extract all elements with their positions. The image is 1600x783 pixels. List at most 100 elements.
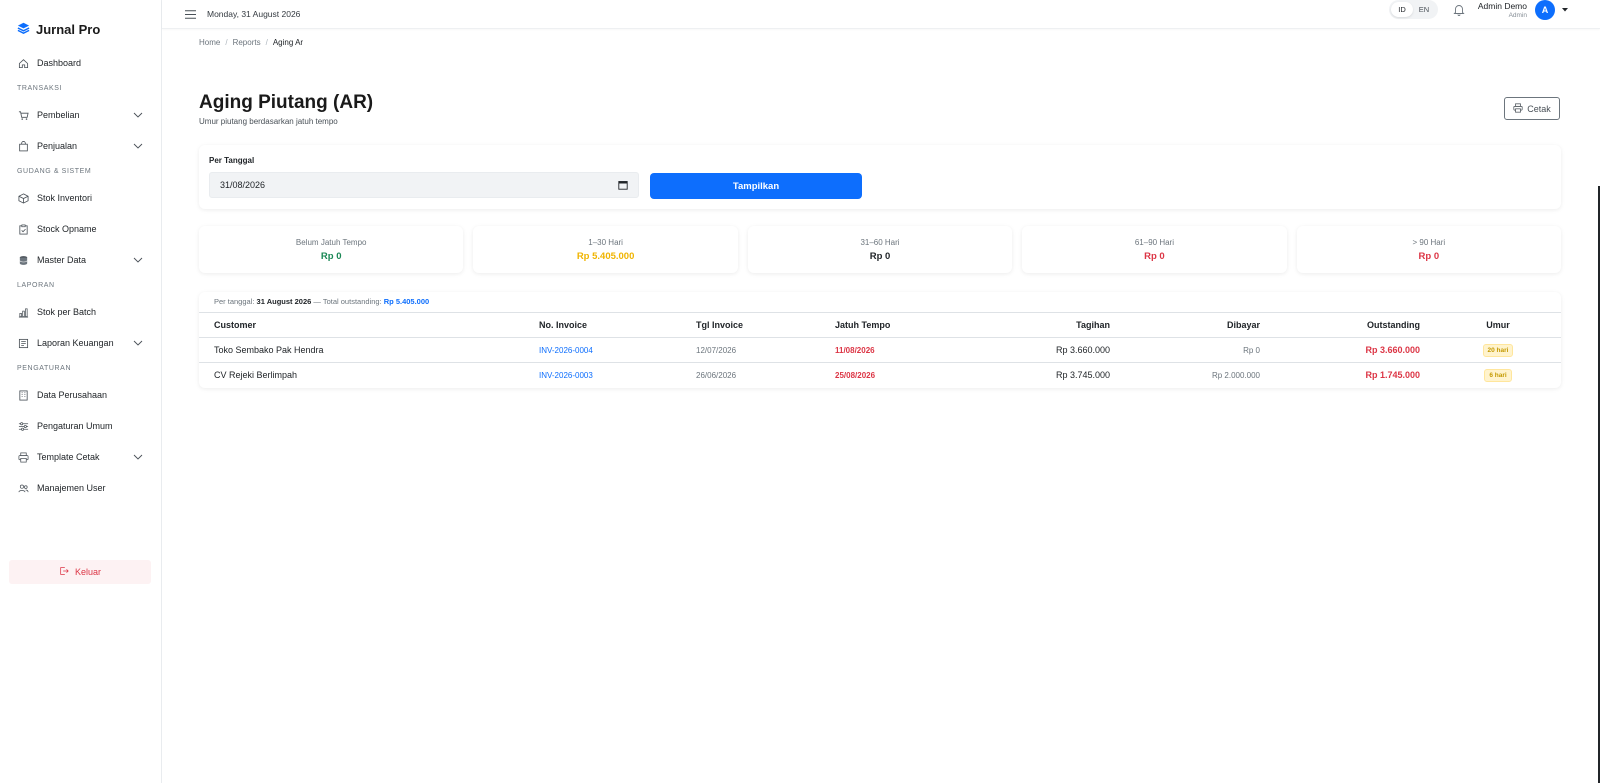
cell-outstanding: Rp 1.745.000 [1275, 362, 1435, 388]
header-customer[interactable]: Customer [199, 312, 524, 338]
section-label-gudang: GUDANG & SISTEM [17, 168, 92, 175]
report-icon [17, 337, 29, 349]
sidebar-nav: Dashboard TRANSAKSI Pembelian Penjualan … [0, 52, 161, 499]
cell-dibayar: Rp 0 [1125, 337, 1275, 363]
user-menu[interactable]: Admin Demo Admin A [1462, 0, 1569, 20]
bucket-label: > 90 Hari [1412, 237, 1446, 247]
breadcrumb-separator: / [225, 38, 228, 47]
sidebar-item-label: Template Cetak [37, 452, 100, 462]
clipboard-check-icon [17, 223, 29, 235]
cell-customer: Toko Sembako Pak Hendra [199, 337, 524, 363]
avatar[interactable]: A [1535, 0, 1555, 20]
user-info: Admin Demo Admin [1462, 1, 1527, 20]
invoice-link[interactable]: INV-2026-0004 [524, 337, 681, 363]
sidebar-item-template-cetak[interactable]: Template Cetak [9, 446, 152, 468]
sidebar-item-label: Manajemen User [37, 483, 106, 493]
cell-umur: 20 hari [1435, 337, 1561, 363]
date-input-value: 31/08/2026 [220, 180, 266, 190]
cart-icon [17, 109, 29, 121]
print-button[interactable]: Cetak [1504, 97, 1560, 120]
chevron-down-icon [132, 140, 144, 152]
cell-outstanding: Rp 3.660.000 [1275, 337, 1435, 363]
sidebar-item-label: Stok per Batch [37, 307, 97, 317]
sidebar: Jurnal Pro Dashboard TRANSAKSI Pembelian… [0, 0, 162, 783]
sidebar-item-stok-per-batch[interactable]: Stok per Batch [9, 301, 152, 323]
breadcrumb: Home / Reports / Aging Ar [199, 38, 303, 47]
date-input[interactable]: 31/08/2026 [209, 172, 639, 198]
main-content: Monday, 31 August 2026 ID EN Admin Demo … [162, 0, 1600, 783]
header-dibayar[interactable]: Dibayar [1125, 312, 1275, 338]
lang-en-button[interactable]: EN [1413, 2, 1435, 17]
aging-bucket-card: > 90 Hari Rp 0 [1296, 226, 1562, 273]
filter-card: Per Tanggal 31/08/2026 Tampilkan [199, 145, 1561, 209]
invoice-link[interactable]: INV-2026-0003 [524, 362, 681, 388]
sidebar-item-laporan-keuangan[interactable]: Laporan Keuangan [9, 332, 152, 354]
logout-button[interactable]: Keluar [9, 560, 151, 584]
logout-label: Keluar [74, 567, 101, 577]
page-subtitle: Umur piutang berdasarkan jatuh tempo [199, 117, 338, 126]
cell-tagihan: Rp 3.660.000 [970, 337, 1125, 363]
sidebar-item-pengaturan-umum[interactable]: Pengaturan Umum [9, 415, 152, 437]
sidebar-item-master-data[interactable]: Master Data [9, 249, 152, 271]
sidebar-item-dashboard[interactable]: Dashboard [9, 52, 152, 74]
brand-name: Jurnal Pro [36, 22, 101, 37]
calendar-icon[interactable] [618, 180, 628, 190]
home-icon [17, 57, 29, 69]
sidebar-item-label: Dashboard [37, 58, 82, 68]
header-tgl-invoice[interactable]: Tgl Invoice [681, 312, 820, 338]
sliders-icon [17, 420, 29, 432]
age-badge: 20 hari [1482, 343, 1514, 357]
bucket-value: Rp 0 [320, 250, 342, 262]
header-outstanding[interactable]: Outstanding [1275, 312, 1435, 338]
cell-jatuh-tempo: 25/08/2026 [820, 362, 970, 388]
user-name: Admin Demo [1477, 0, 1527, 11]
sidebar-item-label: Stock Opname [37, 224, 97, 234]
section-label-transaksi: TRANSAKSI [17, 85, 63, 92]
database-icon [17, 254, 29, 266]
sidebar-item-stock-opname[interactable]: Stock Opname [9, 218, 152, 240]
breadcrumb-reports[interactable]: Reports [233, 38, 261, 47]
cell-tgl-invoice: 12/07/2026 [681, 337, 820, 363]
breadcrumb-current: Aging Ar [272, 38, 304, 47]
header-no-invoice[interactable]: No. Invoice [524, 312, 681, 338]
sidebar-item-label: Laporan Keuangan [37, 338, 114, 348]
header-umur[interactable]: Umur [1435, 312, 1561, 338]
cell-tagihan: Rp 3.745.000 [970, 362, 1125, 388]
bucket-label: 31–60 Hari [860, 237, 900, 247]
language-switch: ID EN [1389, 0, 1438, 19]
lang-id-button[interactable]: ID [1391, 2, 1413, 17]
show-button[interactable]: Tampilkan [650, 173, 862, 199]
menu-toggle-icon[interactable] [184, 8, 196, 20]
sidebar-item-label: Master Data [37, 255, 87, 265]
bucket-label: Belum Jatuh Tempo [295, 237, 367, 247]
meta-total: Rp 5.405.000 [383, 297, 430, 306]
sidebar-item-penjualan[interactable]: Penjualan [9, 135, 152, 157]
chevron-down-icon [132, 451, 144, 463]
brand[interactable]: Jurnal Pro [0, 0, 161, 46]
sidebar-item-pembelian[interactable]: Pembelian [9, 104, 152, 126]
bucket-value: Rp 0 [1144, 250, 1165, 262]
breadcrumb-home[interactable]: Home [199, 38, 220, 47]
sidebar-item-manajemen-user[interactable]: Manajemen User [9, 477, 152, 499]
header-tagihan[interactable]: Tagihan [970, 312, 1125, 338]
bucket-label: 61–90 Hari [1134, 237, 1174, 247]
layers-icon [17, 21, 30, 39]
table-row[interactable]: CV Rejeki Berlimpah INV-2026-0003 26/06/20… [199, 362, 1561, 388]
sidebar-item-data-perusahaan[interactable]: Data Perusahaan [9, 384, 152, 406]
cell-tgl-invoice: 26/06/2026 [681, 362, 820, 388]
cell-customer: CV Rejeki Berlimpah [199, 362, 524, 388]
sidebar-item-stok-inventori[interactable]: Stok Inventori [9, 187, 152, 209]
page-title: Aging Piutang (AR) [199, 92, 374, 113]
topbar: Monday, 31 August 2026 ID EN Admin Demo … [162, 0, 1600, 29]
aging-bucket-card: Belum Jatuh Tempo Rp 0 [199, 226, 464, 273]
aging-bucket-card: 61–90 Hari Rp 0 [1022, 226, 1287, 273]
cell-umur: 6 hari [1435, 362, 1561, 388]
table-row[interactable]: Toko Sembako Pak Hendra INV-2026-0004 12/0… [199, 337, 1561, 363]
header-jatuh-tempo[interactable]: Jatuh Tempo [820, 312, 970, 338]
caret-down-icon[interactable] [1561, 6, 1569, 14]
aging-table: Customer No. Invoice Tgl Invoice Jatuh T… [199, 312, 1561, 388]
chevron-down-icon [132, 254, 144, 266]
table-header-row: Customer No. Invoice Tgl Invoice Jatuh T… [199, 312, 1561, 338]
bucket-value: Rp 0 [1418, 250, 1440, 262]
sidebar-item-label: Pengaturan Umum [37, 421, 113, 431]
